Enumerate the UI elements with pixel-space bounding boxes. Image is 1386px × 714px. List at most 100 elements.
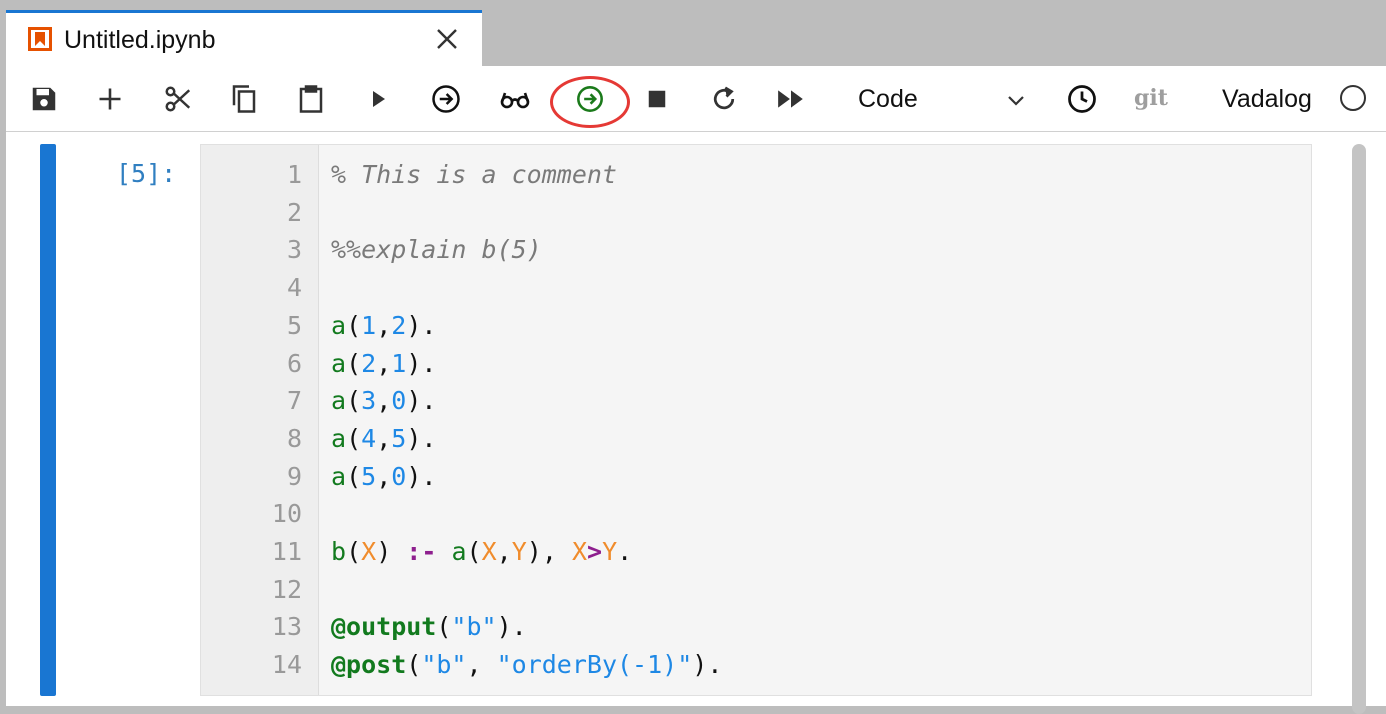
line-number: 14	[271, 650, 302, 680]
code-token: (	[346, 386, 362, 416]
line-number: 12	[271, 574, 302, 604]
line-number: 9	[286, 461, 302, 491]
code-token: a	[331, 423, 347, 453]
line-number: 11	[271, 537, 302, 566]
fast-forward-icon[interactable]	[774, 82, 808, 116]
line-number: 5	[286, 310, 302, 340]
code-token: %%explain b(5)	[331, 235, 542, 265]
code-token: X	[481, 537, 497, 566]
code-token: ,	[376, 461, 392, 491]
code-token: >	[587, 537, 603, 566]
stop-icon[interactable]	[640, 82, 674, 116]
code-token: ,	[376, 423, 392, 453]
code-line: a(4,5).	[331, 423, 436, 455]
run-icon[interactable]	[361, 82, 395, 116]
code-token: ).	[692, 650, 723, 680]
code-token: ).	[406, 386, 437, 416]
tab-untitled-notebook[interactable]: Untitled.ipynb	[6, 10, 482, 66]
code-token: ).	[496, 612, 527, 642]
code-line: a(2,1).	[331, 348, 436, 380]
kernel-name[interactable]: Vadalog	[1222, 84, 1312, 114]
code-token: 1	[391, 348, 407, 378]
code-token: (	[436, 612, 452, 642]
code-token: ).	[406, 310, 437, 340]
line-number: 4	[286, 273, 302, 303]
code-token: Y	[602, 537, 618, 566]
cut-icon[interactable]	[161, 82, 195, 116]
close-icon[interactable]	[434, 26, 460, 52]
code-token: ,	[376, 386, 392, 416]
save-icon[interactable]	[27, 82, 61, 116]
code-token: (	[346, 461, 362, 491]
code-token: ).	[406, 348, 437, 378]
line-number: 8	[286, 423, 302, 453]
code-line: %%explain b(5)	[331, 234, 542, 266]
code-token: a	[451, 537, 467, 566]
scrollbar-thumb[interactable]	[1352, 144, 1366, 714]
chevron-down-icon[interactable]	[1004, 88, 1028, 112]
notebook-panel: [5]: 1 2 3 4 5 6 7 8 9 10 11 12 13 14 % This is a com…	[6, 132, 1386, 714]
run-circle-arrow-icon[interactable]	[429, 82, 463, 116]
tab-title: Untitled.ipynb	[64, 26, 216, 54]
code-token: 2	[391, 310, 407, 340]
code-token: X	[361, 537, 377, 566]
code-token: ,	[376, 348, 392, 378]
code-token: Y	[511, 537, 527, 566]
notebook-toolbar: Code git Vadalog	[6, 66, 1386, 132]
code-line: b(X) :- a(X,Y), X>Y.	[331, 536, 632, 568]
code-token: ),	[526, 537, 572, 566]
code-token: X	[571, 537, 587, 566]
code-token: a	[331, 310, 347, 340]
code-token: 1	[361, 310, 377, 340]
code-token: "b"	[421, 650, 467, 680]
code-token: "b"	[451, 612, 497, 642]
code-token: :-	[406, 537, 437, 566]
execution-count-prompt: [5]:	[116, 159, 177, 188]
code-token: ).	[406, 461, 437, 491]
paste-icon[interactable]	[294, 82, 328, 116]
code-token: "orderBy(-1)"	[496, 650, 693, 680]
code-token: 3	[361, 386, 377, 416]
line-number: 10	[271, 499, 302, 529]
code-line: @post("b", "orderBy(-1)").	[331, 649, 722, 681]
code-line: @output("b").	[331, 611, 527, 643]
code-token: (	[346, 423, 362, 453]
code-token: @post	[331, 650, 407, 680]
code-token: % This is a comment	[331, 160, 617, 189]
highlight-ring	[550, 76, 630, 128]
code-token: 5	[391, 423, 407, 453]
code-token: 0	[391, 386, 407, 416]
code-token: ,	[466, 650, 497, 680]
code-token: ,	[496, 537, 512, 566]
code-token: (	[346, 537, 362, 566]
code-token: 5	[361, 461, 377, 491]
code-line: a(3,0).	[331, 385, 436, 417]
code-token: ,	[376, 310, 392, 340]
glasses-icon[interactable]	[498, 82, 532, 116]
notebook-icon	[28, 27, 52, 51]
code-token: ).	[406, 423, 437, 453]
code-token: )	[376, 537, 407, 566]
copy-icon[interactable]	[227, 82, 261, 116]
add-cell-icon[interactable]	[93, 82, 127, 116]
active-cell-indicator[interactable]	[40, 144, 56, 696]
code-token: (	[406, 650, 422, 680]
code-token: (	[346, 348, 362, 378]
git-button[interactable]: git	[1134, 84, 1168, 112]
code-token: 2	[361, 348, 377, 378]
code-token: 0	[391, 461, 407, 491]
code-token: 4	[361, 423, 377, 453]
clock-icon[interactable]	[1065, 82, 1099, 116]
code-token: a	[331, 461, 347, 491]
code-line: a(5,0).	[331, 461, 436, 493]
code-token: a	[331, 386, 347, 416]
line-number: 3	[286, 235, 302, 265]
restart-icon[interactable]	[707, 82, 741, 116]
line-number: 6	[286, 348, 302, 378]
code-editor[interactable]: 1 2 3 4 5 6 7 8 9 10 11 12 13 14 % This is a comment%…	[200, 144, 1312, 696]
line-number: 13	[271, 612, 302, 642]
line-number: 7	[286, 386, 302, 416]
cell-type-select[interactable]: Code	[858, 84, 918, 114]
tab-bar: Untitled.ipynb	[0, 0, 1386, 66]
